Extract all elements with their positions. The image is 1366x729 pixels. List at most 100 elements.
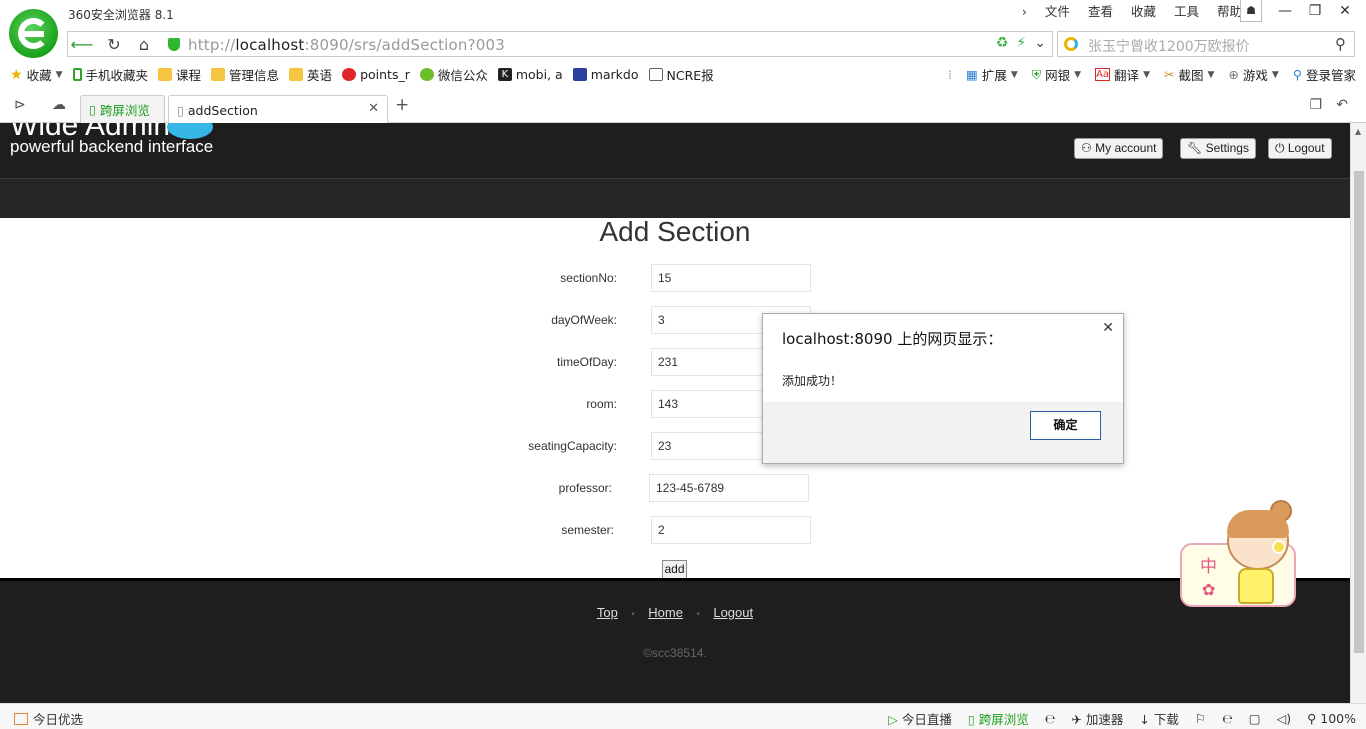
bookmarks-bar: ★ 收藏 ▼ 手机收藏夹 课程 管理信息 英语 points_r 微信公众 Kmob… <box>0 62 1366 87</box>
status-zoom[interactable]: ⚲ 100% <box>1307 711 1356 726</box>
status-live[interactable]: ▷ 今日直播 <box>888 709 952 728</box>
status-ie-icon[interactable]: ℮ <box>1045 711 1056 726</box>
field-label: sectionNo: <box>560 271 617 285</box>
sectionno-input[interactable]: 15 <box>651 264 811 292</box>
close-dialog-icon[interactable]: ✕ <box>1102 320 1114 336</box>
mascot-widget[interactable]: 中 ✿ <box>1180 500 1298 610</box>
folder-icon <box>211 68 226 81</box>
bookmark-courses[interactable]: 课程 <box>158 65 201 84</box>
url-text[interactable]: http://localhost:8090/srs/addSection?003 <box>188 36 505 54</box>
bookmark-mobi[interactable]: Kmobi, a <box>497 67 563 82</box>
bookmark-label: 手机收藏夹 <box>85 68 149 83</box>
bookmark-favorites[interactable]: ★ 收藏 ▼ <box>10 65 63 84</box>
tool-ebank[interactable]: ⛨ 网银 ▼ <box>1032 65 1081 84</box>
status-left[interactable]: 今日优选 <box>14 709 83 728</box>
mascot-hair <box>1227 510 1289 538</box>
menu-file[interactable]: 文件 <box>1036 4 1079 20</box>
lightning-icon[interactable]: ⚡ <box>1016 35 1026 51</box>
power-icon: ⏻ <box>1275 141 1285 155</box>
tab-addsection[interactable]: ▯ addSection ✕ <box>168 95 388 124</box>
site-tagline: powerful backend interface <box>10 137 214 156</box>
menu-expand-icon[interactable]: › <box>1013 4 1036 20</box>
address-bar[interactable]: ⟵ ↻ ⌂ http://localhost:8090/srs/addSecti… <box>67 31 1053 57</box>
status-cross-screen[interactable]: ▯ 跨屏浏览 <box>968 709 1029 728</box>
ncre-icon <box>648 68 663 81</box>
tool-games[interactable]: ⊕ 游戏 ▼ <box>1228 65 1278 84</box>
bookmark-english[interactable]: 英语 <box>289 65 332 84</box>
bookmark-label: markdo <box>590 67 639 82</box>
home-icon[interactable]: ⌂ <box>132 35 156 55</box>
flag-icon[interactable]: ⚐ <box>1195 711 1206 726</box>
search-input[interactable]: 张玉宁曾收1200万欧报价 <box>1088 36 1250 56</box>
tool-screenshot[interactable]: ✂ 截图 ▼ <box>1164 65 1214 84</box>
form-row-semester: semester: 2 <box>0 516 1350 546</box>
bookmark-wechat[interactable]: 微信公众 <box>419 65 488 84</box>
maximize-button[interactable]: ❐ <box>1300 0 1330 22</box>
tab-label: 跨屏浏览 <box>99 103 150 118</box>
footer-link-top[interactable]: Top <box>597 605 618 620</box>
menu-view[interactable]: 查看 <box>1079 4 1122 20</box>
skin-icon[interactable]: ☗ <box>1240 0 1262 22</box>
status-download[interactable]: ↓ 下载 <box>1139 709 1178 728</box>
zoom-icon: ⚲ <box>1307 711 1317 726</box>
back-arrow-icon[interactable]: ⟵ <box>70 35 94 55</box>
weibo-icon <box>342 68 357 81</box>
form-row-sectionno: sectionNo: 15 <box>0 264 1350 294</box>
tool-translate[interactable]: Aa 翻译 ▼ <box>1095 65 1150 84</box>
tool-label: 网银 <box>1045 68 1071 83</box>
professor-input[interactable]: 123-45-6789 <box>649 474 809 502</box>
menu-tools[interactable]: 工具 <box>1165 4 1208 20</box>
bookmark-mobile[interactable]: 手机收藏夹 <box>72 65 149 84</box>
grip-icon: ⁞ <box>948 67 952 82</box>
search-engine-icon[interactable] <box>1064 37 1078 51</box>
folder-icon <box>158 68 173 81</box>
caret-down-icon: ▼ <box>1074 69 1082 80</box>
volume-icon[interactable]: ◁) <box>1277 711 1292 726</box>
tool-extensions[interactable]: ▦ 扩展 ▼ <box>966 65 1018 84</box>
bookmark-management[interactable]: 管理信息 <box>211 65 279 84</box>
restore-tabs-icon[interactable]: ❐ <box>1309 97 1322 113</box>
logout-button[interactable]: ⏻ Logout <box>1268 138 1332 159</box>
window-icon[interactable]: ▢ <box>1249 711 1261 726</box>
bookmark-markdown[interactable]: markdo <box>572 67 639 82</box>
page-scrollbar[interactable]: ▲ <box>1350 123 1366 703</box>
search-box[interactable]: 张玉宁曾收1200万欧报价 ⚲ <box>1057 31 1355 57</box>
user-icon: ⚇ <box>1081 141 1092 155</box>
browser-mode-icon[interactable]: ℮ <box>1222 711 1233 726</box>
tool-login-manager[interactable]: ⚲ 登录管家 <box>1293 65 1356 84</box>
semester-input[interactable]: 2 <box>651 516 811 544</box>
close-tab-icon[interactable]: ✕ <box>368 101 379 116</box>
sidebar-toggle-icon[interactable]: ⊳ <box>14 97 26 113</box>
close-window-button[interactable]: ✕ <box>1330 0 1360 22</box>
ok-button[interactable]: 确定 <box>1030 411 1101 440</box>
status-accelerator[interactable]: ✈ 加速器 <box>1071 709 1123 728</box>
scroll-thumb[interactable] <box>1354 171 1364 653</box>
settings-button[interactable]: 🔧︎ Settings <box>1180 138 1256 159</box>
bookmark-ncre[interactable]: NCRE报 <box>648 65 714 84</box>
tab-cross-screen[interactable]: ▯ 跨屏浏览 <box>80 95 165 123</box>
bookmark-points[interactable]: points_r <box>342 67 410 82</box>
field-label: semester: <box>561 523 614 537</box>
search-icon[interactable]: ⚲ <box>1335 35 1346 53</box>
footer-separator: • <box>631 609 635 619</box>
cloud-icon[interactable]: ☁ <box>52 97 66 113</box>
refresh-icon[interactable]: ↻ <box>102 35 126 55</box>
my-account-button[interactable]: ⚇ My account <box>1074 138 1164 159</box>
status-label: 今日直播 <box>901 712 952 727</box>
chevron-down-icon[interactable]: ⌄ <box>1034 35 1046 51</box>
scroll-up-icon[interactable]: ▲ <box>1355 127 1361 136</box>
footer-link-logout[interactable]: Logout <box>713 605 753 620</box>
add-button[interactable]: add <box>662 560 687 579</box>
field-label: dayOfWeek: <box>551 313 617 327</box>
new-tab-icon[interactable]: + <box>395 95 409 115</box>
minimize-button[interactable]: — <box>1270 0 1300 22</box>
bookmark-label: 课程 <box>176 68 202 83</box>
bookmark-label: mobi, a <box>515 67 563 82</box>
undo-close-icon[interactable]: ↶ <box>1336 97 1348 113</box>
menu-favorites[interactable]: 收藏 <box>1122 4 1165 20</box>
page-title: Add Section <box>599 216 751 247</box>
footer-link-home[interactable]: Home <box>648 605 683 620</box>
recycle-icon[interactable]: ♻ <box>996 35 1009 51</box>
browser-logo-icon <box>9 9 58 58</box>
wechat-icon <box>419 68 434 81</box>
